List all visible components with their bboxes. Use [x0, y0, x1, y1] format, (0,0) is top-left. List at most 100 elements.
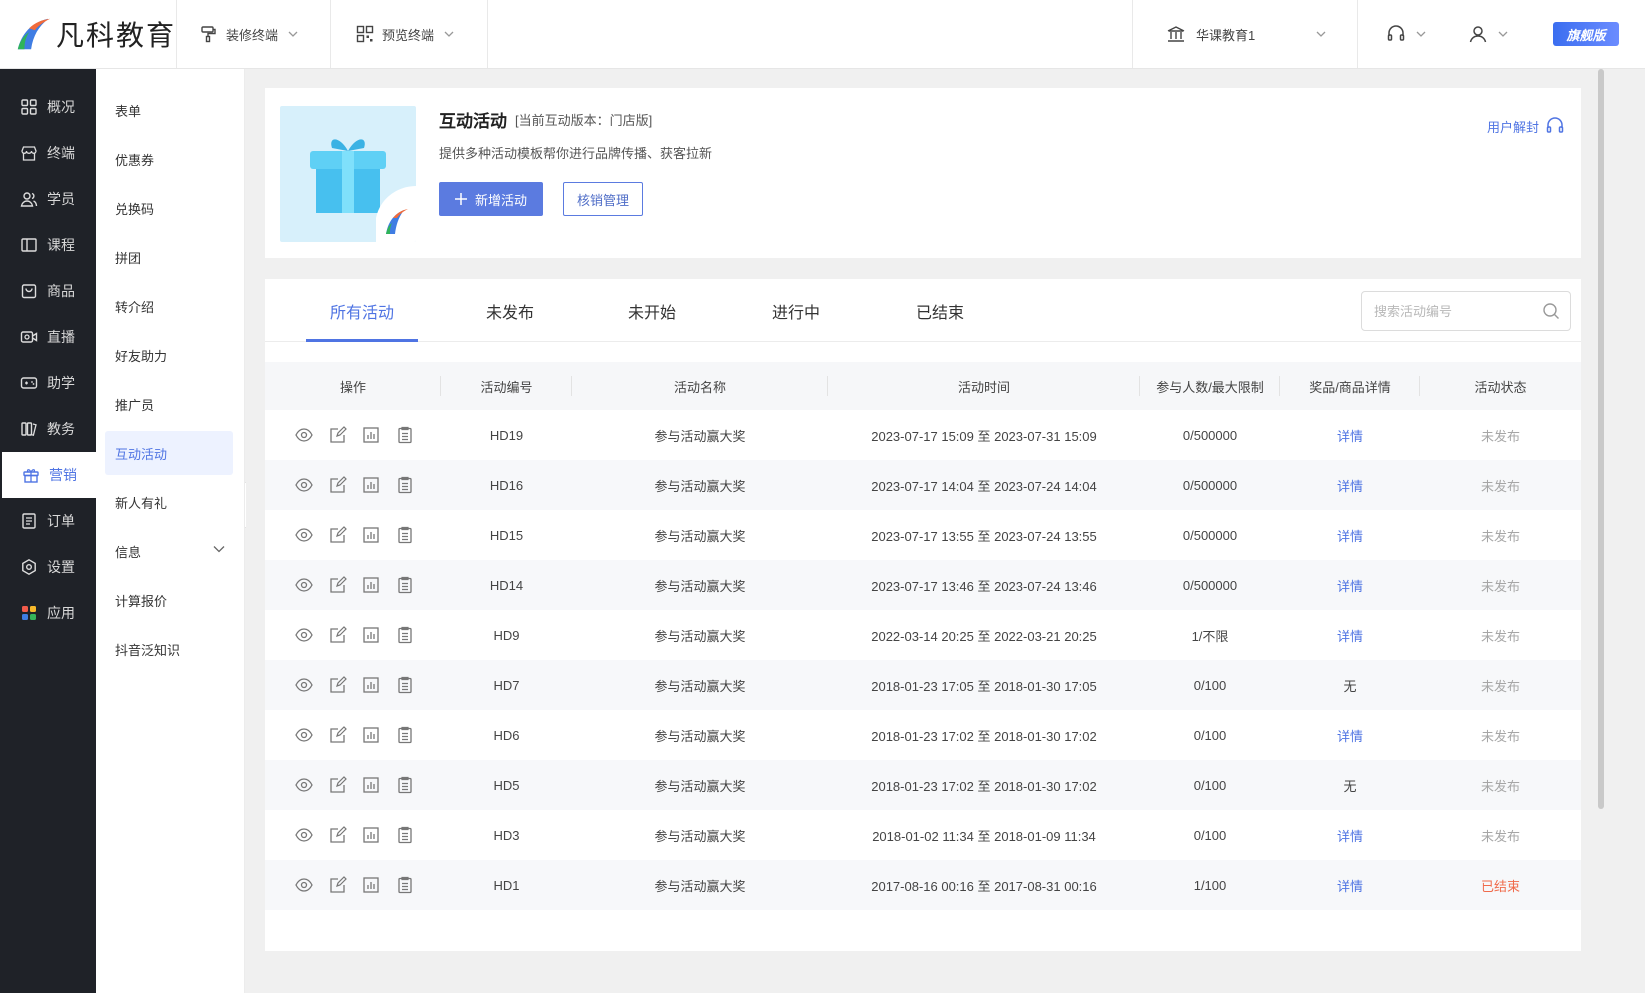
list-icon[interactable] — [396, 426, 414, 444]
books-icon — [21, 422, 37, 436]
tab-unpublished[interactable]: 未发布 — [460, 279, 560, 342]
submenu-item-douyin-knowledge[interactable]: 抖音泛知识 — [105, 627, 233, 671]
view-icon[interactable] — [295, 826, 313, 844]
submenu-item-interactive[interactable]: 互动活动 — [105, 431, 233, 475]
submenu-item-quote-calc[interactable]: 计算报价 — [105, 578, 233, 622]
list-icon[interactable] — [396, 626, 414, 644]
nav-item-live[interactable]: 直播 — [0, 314, 96, 360]
decorate-terminal-menu[interactable]: 装修终端 — [200, 0, 298, 68]
view-icon[interactable] — [295, 726, 313, 744]
row-actions — [265, 860, 441, 910]
top-divider — [176, 0, 177, 68]
view-icon[interactable] — [295, 426, 313, 444]
submenu-item-newcomer-gift[interactable]: 新人有礼 — [105, 480, 233, 524]
view-icon[interactable] — [295, 476, 313, 494]
page-scrollbar[interactable] — [1598, 69, 1604, 809]
nav-item-settings[interactable]: 设置 — [0, 544, 96, 590]
nav-label: 直播 — [47, 329, 75, 345]
edit-icon[interactable] — [329, 526, 347, 544]
add-activity-button[interactable]: 新增活动 — [439, 182, 543, 216]
edit-icon[interactable] — [329, 576, 347, 594]
view-icon[interactable] — [295, 526, 313, 544]
view-icon[interactable] — [295, 626, 313, 644]
list-icon[interactable] — [396, 576, 414, 594]
submenu-item-coupon[interactable]: 优惠券 — [105, 137, 233, 181]
edit-icon[interactable] — [329, 876, 347, 894]
nav-item-study-aid[interactable]: 助学 — [0, 360, 96, 406]
stats-icon[interactable] — [362, 576, 380, 594]
stats-icon[interactable] — [362, 626, 380, 644]
prize-detail: 详情 — [1280, 860, 1420, 910]
nav-label: 学员 — [47, 191, 75, 207]
list-icon[interactable] — [396, 476, 414, 494]
brand-logo[interactable]: 凡科教育 — [14, 14, 176, 54]
view-icon[interactable] — [295, 576, 313, 594]
tab-not-started[interactable]: 未开始 — [602, 279, 702, 342]
stats-icon[interactable] — [362, 776, 380, 794]
list-icon[interactable] — [396, 826, 414, 844]
nav-item-overview[interactable]: 概况 — [0, 84, 96, 130]
stats-icon[interactable] — [362, 426, 380, 444]
view-icon[interactable] — [295, 676, 313, 694]
account-switcher[interactable]: 华课教育1 — [1166, 0, 1326, 68]
verify-management-button[interactable]: 核销管理 — [563, 182, 643, 216]
nav-item-marketing[interactable]: 营销 — [2, 452, 96, 498]
detail-link[interactable]: 详情 — [1337, 429, 1363, 444]
activity-list-card: 所有活动 未发布 未开始 进行中 已结束 操作 活动编号 活动名称 活动时间 — [265, 279, 1581, 951]
stats-icon[interactable] — [362, 526, 380, 544]
nav-item-terminal[interactable]: 终端 — [0, 130, 96, 176]
submenu-item-promoter[interactable]: 推广员 — [105, 382, 233, 426]
nav-item-apps[interactable]: 应用 — [0, 590, 96, 636]
submenu-item-group-buy[interactable]: 拼团 — [105, 235, 233, 279]
tab-all[interactable]: 所有活动 — [306, 279, 418, 342]
nav-item-orders[interactable]: 订单 — [0, 498, 96, 544]
list-icon[interactable] — [396, 876, 414, 894]
view-icon[interactable] — [295, 876, 313, 894]
activity-status: 未发布 — [1420, 460, 1581, 510]
list-icon[interactable] — [396, 676, 414, 694]
detail-link[interactable]: 详情 — [1337, 529, 1363, 544]
stats-icon[interactable] — [362, 476, 380, 494]
detail-link[interactable]: 详情 — [1337, 579, 1363, 594]
list-icon[interactable] — [396, 726, 414, 744]
nav-item-courses[interactable]: 课程 — [0, 222, 96, 268]
submenu-item-form[interactable]: 表单 — [105, 88, 233, 132]
support-menu[interactable] — [1386, 0, 1426, 68]
detail-link[interactable]: 详情 — [1337, 629, 1363, 644]
detail-link[interactable]: 详情 — [1337, 879, 1363, 894]
edit-icon[interactable] — [329, 826, 347, 844]
edit-icon[interactable] — [329, 626, 347, 644]
edit-icon[interactable] — [329, 426, 347, 444]
submenu-item-friend-assist[interactable]: 好友助力 — [105, 333, 233, 377]
nav-item-students[interactable]: 学员 — [0, 176, 96, 222]
submenu-item-referral[interactable]: 转介绍 — [105, 284, 233, 328]
user-menu[interactable] — [1468, 0, 1508, 68]
stats-icon[interactable] — [362, 876, 380, 894]
edit-icon[interactable] — [329, 476, 347, 494]
stats-icon[interactable] — [362, 826, 380, 844]
submenu-label: 好友助力 — [115, 348, 168, 364]
stats-icon[interactable] — [362, 676, 380, 694]
tab-ended[interactable]: 已结束 — [890, 279, 990, 342]
detail-link[interactable]: 详情 — [1337, 729, 1363, 744]
nav-item-academic[interactable]: 教务 — [0, 406, 96, 452]
submenu-item-info[interactable]: 信息 — [105, 529, 233, 573]
search-input[interactable] — [1374, 292, 1534, 330]
submenu-item-redeem-code[interactable]: 兑换码 — [105, 186, 233, 230]
view-icon[interactable] — [295, 776, 313, 794]
page-description: 提供多种活动模板帮你进行品牌传播、获客拉新 — [439, 146, 713, 161]
list-icon[interactable] — [396, 526, 414, 544]
edit-icon[interactable] — [329, 676, 347, 694]
stats-icon[interactable] — [362, 726, 380, 744]
user-unblock-link[interactable]: 用户解封 — [1487, 116, 1565, 136]
detail-link[interactable]: 详情 — [1337, 479, 1363, 494]
tab-in-progress[interactable]: 进行中 — [746, 279, 846, 342]
search-icon[interactable] — [1542, 302, 1560, 320]
edit-icon[interactable] — [329, 776, 347, 794]
activity-id: HD15 — [489, 527, 524, 543]
edit-icon[interactable] — [329, 726, 347, 744]
nav-item-products[interactable]: 商品 — [0, 268, 96, 314]
preview-terminal-menu[interactable]: 预览终端 — [356, 0, 454, 68]
list-icon[interactable] — [396, 776, 414, 794]
detail-link[interactable]: 详情 — [1337, 829, 1363, 844]
